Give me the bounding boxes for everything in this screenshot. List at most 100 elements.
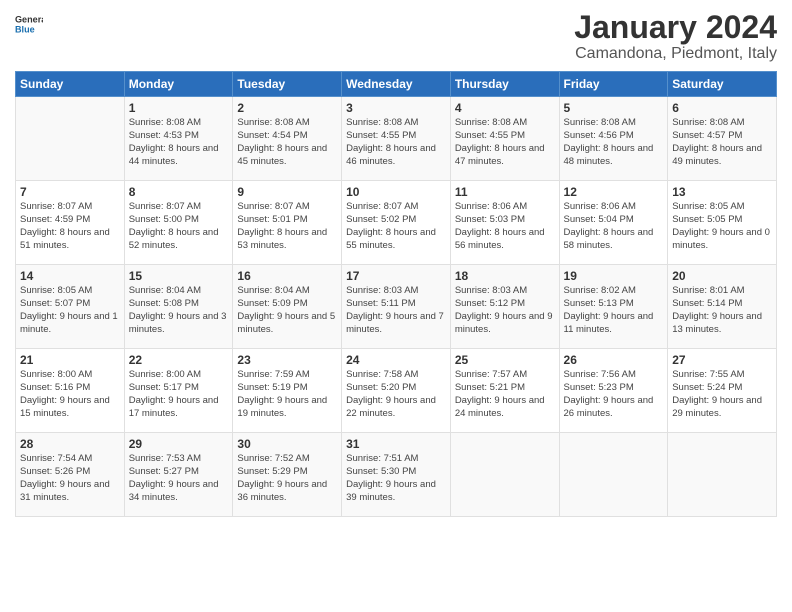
- day-info: Sunrise: 8:07 AM Sunset: 5:01 PM Dayligh…: [237, 201, 337, 252]
- day-info: Sunrise: 7:53 AM Sunset: 5:27 PM Dayligh…: [129, 453, 229, 504]
- day-cell: 24 Sunrise: 7:58 AM Sunset: 5:20 PM Dayli…: [342, 349, 451, 433]
- day-cell: 30 Sunrise: 7:52 AM Sunset: 5:29 PM Dayli…: [233, 433, 342, 517]
- day-number: 22: [129, 353, 229, 367]
- day-info: Sunrise: 8:01 AM Sunset: 5:14 PM Dayligh…: [672, 285, 772, 336]
- day-number: 14: [20, 269, 120, 283]
- day-number: 29: [129, 437, 229, 451]
- day-number: 25: [455, 353, 555, 367]
- day-number: 4: [455, 101, 555, 115]
- day-cell: 2 Sunrise: 8:08 AM Sunset: 4:54 PM Daylig…: [233, 97, 342, 181]
- day-info: Sunrise: 7:58 AM Sunset: 5:20 PM Dayligh…: [346, 369, 446, 420]
- day-cell: [559, 433, 668, 517]
- day-cell: 26Sunrise: 7:56 AM Sunset: 5:23 PM Dayli…: [559, 349, 668, 433]
- day-info: Sunrise: 7:57 AM Sunset: 5:21 PM Dayligh…: [455, 369, 555, 420]
- day-info: Sunrise: 8:08 AM Sunset: 4:54 PM Dayligh…: [237, 117, 337, 168]
- day-number: 6: [672, 101, 772, 115]
- day-info: Sunrise: 7:56 AM Sunset: 5:23 PM Dayligh…: [564, 369, 664, 420]
- day-info: Sunrise: 8:06 AM Sunset: 5:04 PM Dayligh…: [564, 201, 664, 252]
- day-number: 5: [564, 101, 664, 115]
- day-number: 11: [455, 185, 555, 199]
- day-cell: 25 Sunrise: 7:57 AM Sunset: 5:21 PM Dayli…: [450, 349, 559, 433]
- day-number: 30: [237, 437, 337, 451]
- day-number: 24: [346, 353, 446, 367]
- day-info: Sunrise: 7:51 AM Sunset: 5:30 PM Dayligh…: [346, 453, 446, 504]
- day-info: Sunrise: 7:55 AM Sunset: 5:24 PM Dayligh…: [672, 369, 772, 420]
- col-tuesday: Tuesday: [233, 72, 342, 97]
- day-cell: 7 Sunrise: 8:07 AM Sunset: 4:59 PM Daylig…: [16, 181, 125, 265]
- day-cell: 6 Sunrise: 8:08 AM Sunset: 4:57 PM Daylig…: [668, 97, 777, 181]
- day-cell: 16Sunrise: 8:04 AM Sunset: 5:09 PM Dayli…: [233, 265, 342, 349]
- week-row-3: 14Sunrise: 8:05 AM Sunset: 5:07 PM Dayli…: [16, 265, 777, 349]
- logo: General Blue: [15, 10, 43, 38]
- week-row-4: 21Sunrise: 8:00 AM Sunset: 5:16 PM Dayli…: [16, 349, 777, 433]
- day-info: Sunrise: 8:07 AM Sunset: 4:59 PM Dayligh…: [20, 201, 120, 252]
- col-monday: Monday: [124, 72, 233, 97]
- day-cell: 15 Sunrise: 8:04 AM Sunset: 5:08 PM Dayli…: [124, 265, 233, 349]
- day-info: Sunrise: 8:08 AM Sunset: 4:53 PM Dayligh…: [129, 117, 229, 168]
- day-number: 23: [237, 353, 337, 367]
- col-saturday: Saturday: [668, 72, 777, 97]
- day-number: 17: [346, 269, 446, 283]
- day-number: 31: [346, 437, 446, 451]
- day-cell: [16, 97, 125, 181]
- week-row-1: 1 Sunrise: 8:08 AM Sunset: 4:53 PM Daylig…: [16, 97, 777, 181]
- day-cell: 19 Sunrise: 8:02 AM Sunset: 5:13 PM Dayli…: [559, 265, 668, 349]
- day-number: 19: [564, 269, 664, 283]
- day-number: 15: [129, 269, 229, 283]
- day-cell: 3Sunrise: 8:08 AM Sunset: 4:55 PM Daylig…: [342, 97, 451, 181]
- logo-icon: General Blue: [15, 10, 43, 38]
- day-cell: 29 Sunrise: 7:53 AM Sunset: 5:27 PM Dayli…: [124, 433, 233, 517]
- day-cell: 10Sunrise: 8:07 AM Sunset: 5:02 PM Dayli…: [342, 181, 451, 265]
- day-info: Sunrise: 8:08 AM Sunset: 4:55 PM Dayligh…: [455, 117, 555, 168]
- title-block: January 2024 Camandona, Piedmont, Italy: [574, 10, 777, 63]
- day-cell: 11Sunrise: 8:06 AM Sunset: 5:03 PM Dayli…: [450, 181, 559, 265]
- main-title: January 2024: [574, 10, 777, 45]
- day-info: Sunrise: 8:08 AM Sunset: 4:55 PM Dayligh…: [346, 117, 446, 168]
- day-cell: 22Sunrise: 8:00 AM Sunset: 5:17 PM Dayli…: [124, 349, 233, 433]
- calendar-table: Sunday Monday Tuesday Wednesday Thursday…: [15, 71, 777, 517]
- header: General Blue January 2024 Camandona, Pie…: [15, 10, 777, 63]
- day-number: 18: [455, 269, 555, 283]
- day-cell: 31 Sunrise: 7:51 AM Sunset: 5:30 PM Dayli…: [342, 433, 451, 517]
- calendar-body: 1 Sunrise: 8:08 AM Sunset: 4:53 PM Daylig…: [16, 97, 777, 517]
- day-info: Sunrise: 8:08 AM Sunset: 4:57 PM Dayligh…: [672, 117, 772, 168]
- day-info: Sunrise: 7:59 AM Sunset: 5:19 PM Dayligh…: [237, 369, 337, 420]
- day-number: 9: [237, 185, 337, 199]
- day-info: Sunrise: 7:52 AM Sunset: 5:29 PM Dayligh…: [237, 453, 337, 504]
- day-cell: 12 Sunrise: 8:06 AM Sunset: 5:04 PM Dayli…: [559, 181, 668, 265]
- day-info: Sunrise: 8:04 AM Sunset: 5:08 PM Dayligh…: [129, 285, 229, 336]
- calendar-header: Sunday Monday Tuesday Wednesday Thursday…: [16, 72, 777, 97]
- col-thursday: Thursday: [450, 72, 559, 97]
- day-info: Sunrise: 8:05 AM Sunset: 5:05 PM Dayligh…: [672, 201, 772, 252]
- day-number: 27: [672, 353, 772, 367]
- svg-text:Blue: Blue: [15, 24, 35, 34]
- day-info: Sunrise: 8:03 AM Sunset: 5:12 PM Dayligh…: [455, 285, 555, 336]
- day-number: 28: [20, 437, 120, 451]
- day-cell: 1 Sunrise: 8:08 AM Sunset: 4:53 PM Daylig…: [124, 97, 233, 181]
- day-cell: 27 Sunrise: 7:55 AM Sunset: 5:24 PM Dayli…: [668, 349, 777, 433]
- week-row-5: 28 Sunrise: 7:54 AM Sunset: 5:26 PM Dayli…: [16, 433, 777, 517]
- day-cell: 28 Sunrise: 7:54 AM Sunset: 5:26 PM Dayli…: [16, 433, 125, 517]
- header-row: Sunday Monday Tuesday Wednesday Thursday…: [16, 72, 777, 97]
- day-cell: 17Sunrise: 8:03 AM Sunset: 5:11 PM Dayli…: [342, 265, 451, 349]
- day-info: Sunrise: 7:54 AM Sunset: 5:26 PM Dayligh…: [20, 453, 120, 504]
- day-number: 1: [129, 101, 229, 115]
- day-number: 2: [237, 101, 337, 115]
- day-number: 13: [672, 185, 772, 199]
- day-number: 7: [20, 185, 120, 199]
- col-friday: Friday: [559, 72, 668, 97]
- day-cell: 13 Sunrise: 8:05 AM Sunset: 5:05 PM Dayli…: [668, 181, 777, 265]
- day-info: Sunrise: 8:02 AM Sunset: 5:13 PM Dayligh…: [564, 285, 664, 336]
- day-number: 12: [564, 185, 664, 199]
- svg-text:General: General: [15, 15, 43, 25]
- day-number: 16: [237, 269, 337, 283]
- col-sunday: Sunday: [16, 72, 125, 97]
- week-row-2: 7 Sunrise: 8:07 AM Sunset: 4:59 PM Daylig…: [16, 181, 777, 265]
- day-cell: [668, 433, 777, 517]
- day-cell: 14Sunrise: 8:05 AM Sunset: 5:07 PM Dayli…: [16, 265, 125, 349]
- day-cell: 23 Sunrise: 7:59 AM Sunset: 5:19 PM Dayli…: [233, 349, 342, 433]
- day-info: Sunrise: 8:07 AM Sunset: 5:00 PM Dayligh…: [129, 201, 229, 252]
- day-info: Sunrise: 8:07 AM Sunset: 5:02 PM Dayligh…: [346, 201, 446, 252]
- day-number: 21: [20, 353, 120, 367]
- day-cell: 20Sunrise: 8:01 AM Sunset: 5:14 PM Dayli…: [668, 265, 777, 349]
